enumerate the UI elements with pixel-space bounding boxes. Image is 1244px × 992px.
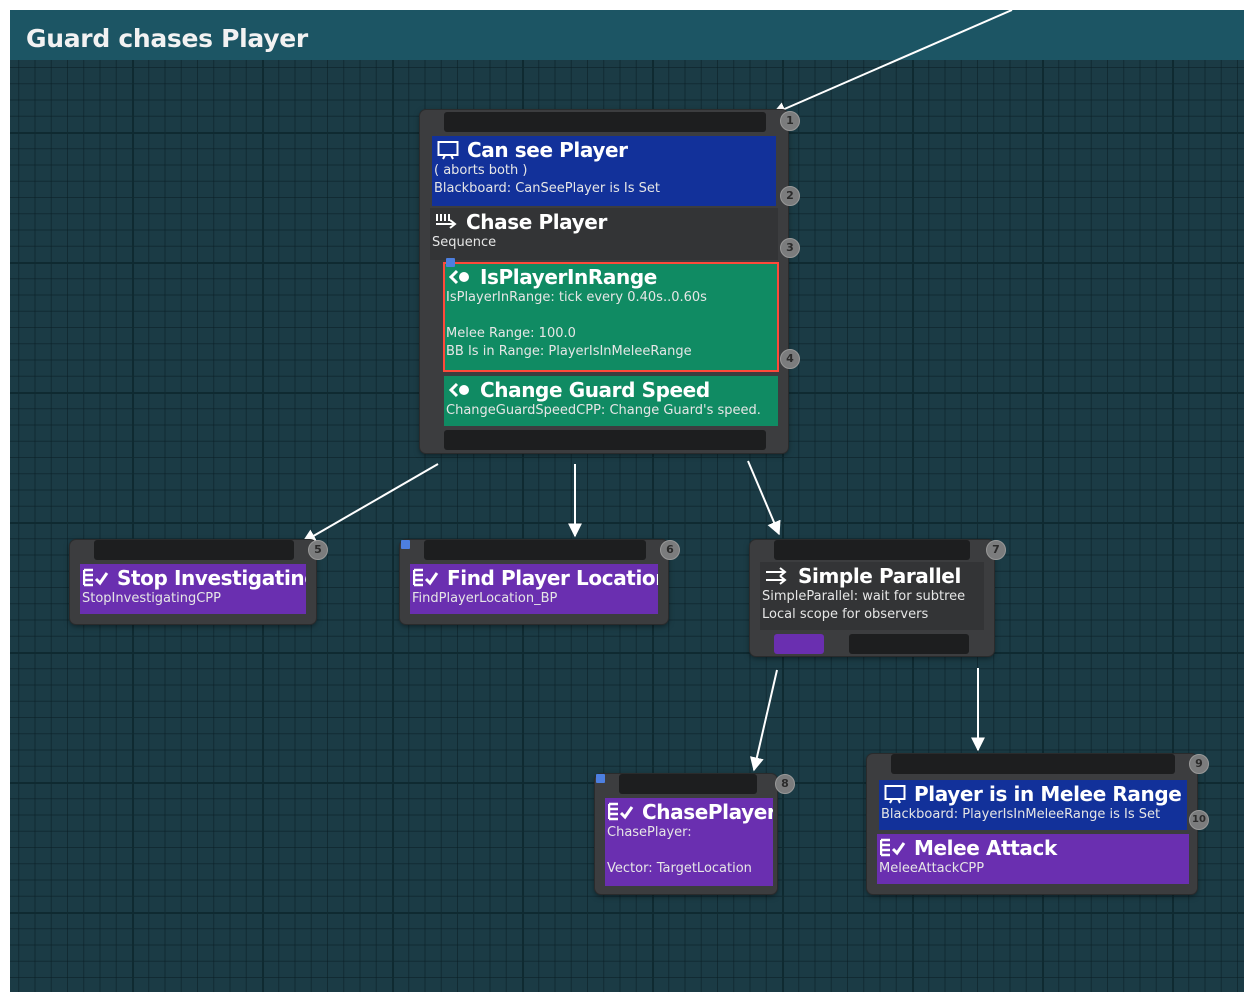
execution-index-badge: 5	[308, 540, 328, 560]
sequence-icon	[436, 214, 457, 229]
input-pin[interactable]	[619, 774, 757, 794]
execution-index-badge: 1	[780, 111, 800, 131]
input-pin[interactable]	[891, 754, 1175, 774]
find-player-location-node[interactable]: Find Player Location FindPlayerLocation_…	[400, 540, 680, 624]
execution-index-badge: 7	[986, 540, 1006, 560]
stop-investigating-node[interactable]: Stop Investigating StopInvestigatingCPP …	[70, 540, 328, 624]
service-title: IsPlayerInRange	[480, 265, 657, 289]
decorator-can-see-player[interactable]: Can see Player ( aborts both ) Blackboar…	[432, 136, 776, 206]
breakpoint-flag-icon	[446, 258, 455, 267]
task-find-player-location[interactable]: Find Player Location FindPlayerLocation_…	[410, 564, 658, 614]
simple-parallel-node[interactable]: Simple Parallel SimpleParallel: wait for…	[750, 540, 1006, 656]
composite-simple-parallel[interactable]: Simple Parallel SimpleParallel: wait for…	[760, 562, 984, 630]
task-class: MeleeAttackCPP	[879, 861, 985, 876]
composite-scope: Local scope for observers	[762, 607, 929, 622]
task-melee-attack[interactable]: Melee Attack MeleeAttackCPP	[877, 834, 1189, 884]
task-icon	[608, 802, 634, 821]
melee-attack-node[interactable]: Player is in Melee Range Blackboard: Pla…	[867, 754, 1209, 894]
wire-into-root	[771, 10, 1013, 116]
composite-title: Simple Parallel	[798, 564, 961, 588]
task-icon	[83, 568, 109, 587]
service-title: Change Guard Speed	[480, 378, 710, 402]
task-class: ChasePlayer:	[607, 825, 692, 840]
service-is-player-in-range[interactable]: IsPlayerInRange IsPlayerInRange: tick ev…	[443, 262, 779, 372]
task-class: FindPlayerLocation_BP	[412, 591, 558, 606]
output-pin[interactable]	[444, 430, 766, 450]
execution-index-badge: 9	[1189, 754, 1209, 774]
input-pin[interactable]	[424, 540, 646, 560]
task-title: Find Player Location	[447, 566, 658, 590]
decorator-player-in-melee-range[interactable]: Player is in Melee Range Blackboard: Pla…	[879, 780, 1187, 830]
task-target-key: Vector: TargetLocation	[607, 861, 752, 876]
service-bb-key: BB Is in Range: PlayerIsInMeleeRange	[446, 344, 692, 359]
input-pin[interactable]	[774, 540, 970, 560]
composite-description: SimpleParallel: wait for subtree	[762, 589, 966, 604]
decorator-abort-mode: ( aborts both )	[434, 163, 528, 178]
execution-index-badge: 2	[780, 186, 800, 206]
decorator-title: Can see Player	[467, 138, 628, 162]
wire-root-to-stop	[301, 463, 439, 543]
composite-chase-player[interactable]: Chase Player Sequence	[430, 208, 778, 260]
service-melee-range: Melee Range: 100.0	[446, 326, 576, 341]
tv-icon	[437, 141, 459, 160]
composite-type: Sequence	[432, 235, 497, 250]
input-pin[interactable]	[444, 112, 766, 132]
execution-index-badge: 6	[660, 540, 680, 560]
execution-index-badge: 8	[775, 774, 795, 794]
decorator-condition: Blackboard: CanSeePlayer is Is Set	[434, 181, 660, 196]
service-icon	[448, 382, 469, 398]
execution-index-badge: 3	[780, 238, 800, 258]
breakpoint-flag-icon	[401, 540, 410, 549]
service-icon	[448, 269, 469, 285]
execution-index-badge: 10	[1189, 810, 1209, 830]
service-change-guard-speed[interactable]: Change Guard Speed ChangeGuardSpeedCPP: …	[444, 376, 778, 426]
task-chase-player[interactable]: ChasePlayer ChasePlayer: Vector: TargetL…	[605, 798, 773, 886]
task-title: ChasePlayer	[642, 800, 773, 824]
task-title: Stop Investigating	[117, 566, 306, 590]
execution-index-badge: 4	[780, 349, 800, 369]
chase-player-node[interactable]: Can see Player ( aborts both ) Blackboar…	[420, 110, 800, 453]
input-pin[interactable]	[94, 540, 294, 560]
task-title: Melee Attack	[914, 836, 1057, 860]
background-tree-pin[interactable]	[849, 634, 969, 654]
task-icon	[413, 568, 439, 587]
composite-title: Chase Player	[466, 210, 607, 234]
service-description: ChangeGuardSpeedCPP: Change Guard's spee…	[446, 403, 761, 418]
parallel-icon	[766, 567, 787, 585]
tv-icon	[884, 785, 906, 804]
task-class: StopInvestigatingCPP	[82, 591, 221, 606]
behavior-tree-graph[interactable]: Guard chases Player Can see Player ( abo…	[10, 10, 1244, 992]
task-stop-investigating[interactable]: Stop Investigating StopInvestigatingCPP	[80, 564, 306, 614]
chase-player-task-node[interactable]: ChasePlayer ChasePlayer: Vector: TargetL…	[595, 774, 795, 894]
wire-parallel-to-chase	[750, 669, 778, 772]
main-task-pin[interactable]	[774, 634, 824, 654]
breakpoint-flag-icon	[596, 774, 605, 783]
decorator-condition: Blackboard: PlayerIsInMeleeRange is Is S…	[881, 807, 1161, 822]
task-icon	[880, 838, 906, 857]
wire-root-to-parallel	[747, 460, 781, 536]
service-tick: IsPlayerInRange: tick every 0.40s..0.60s	[446, 290, 707, 305]
decorator-title: Player is in Melee Range	[914, 782, 1182, 806]
